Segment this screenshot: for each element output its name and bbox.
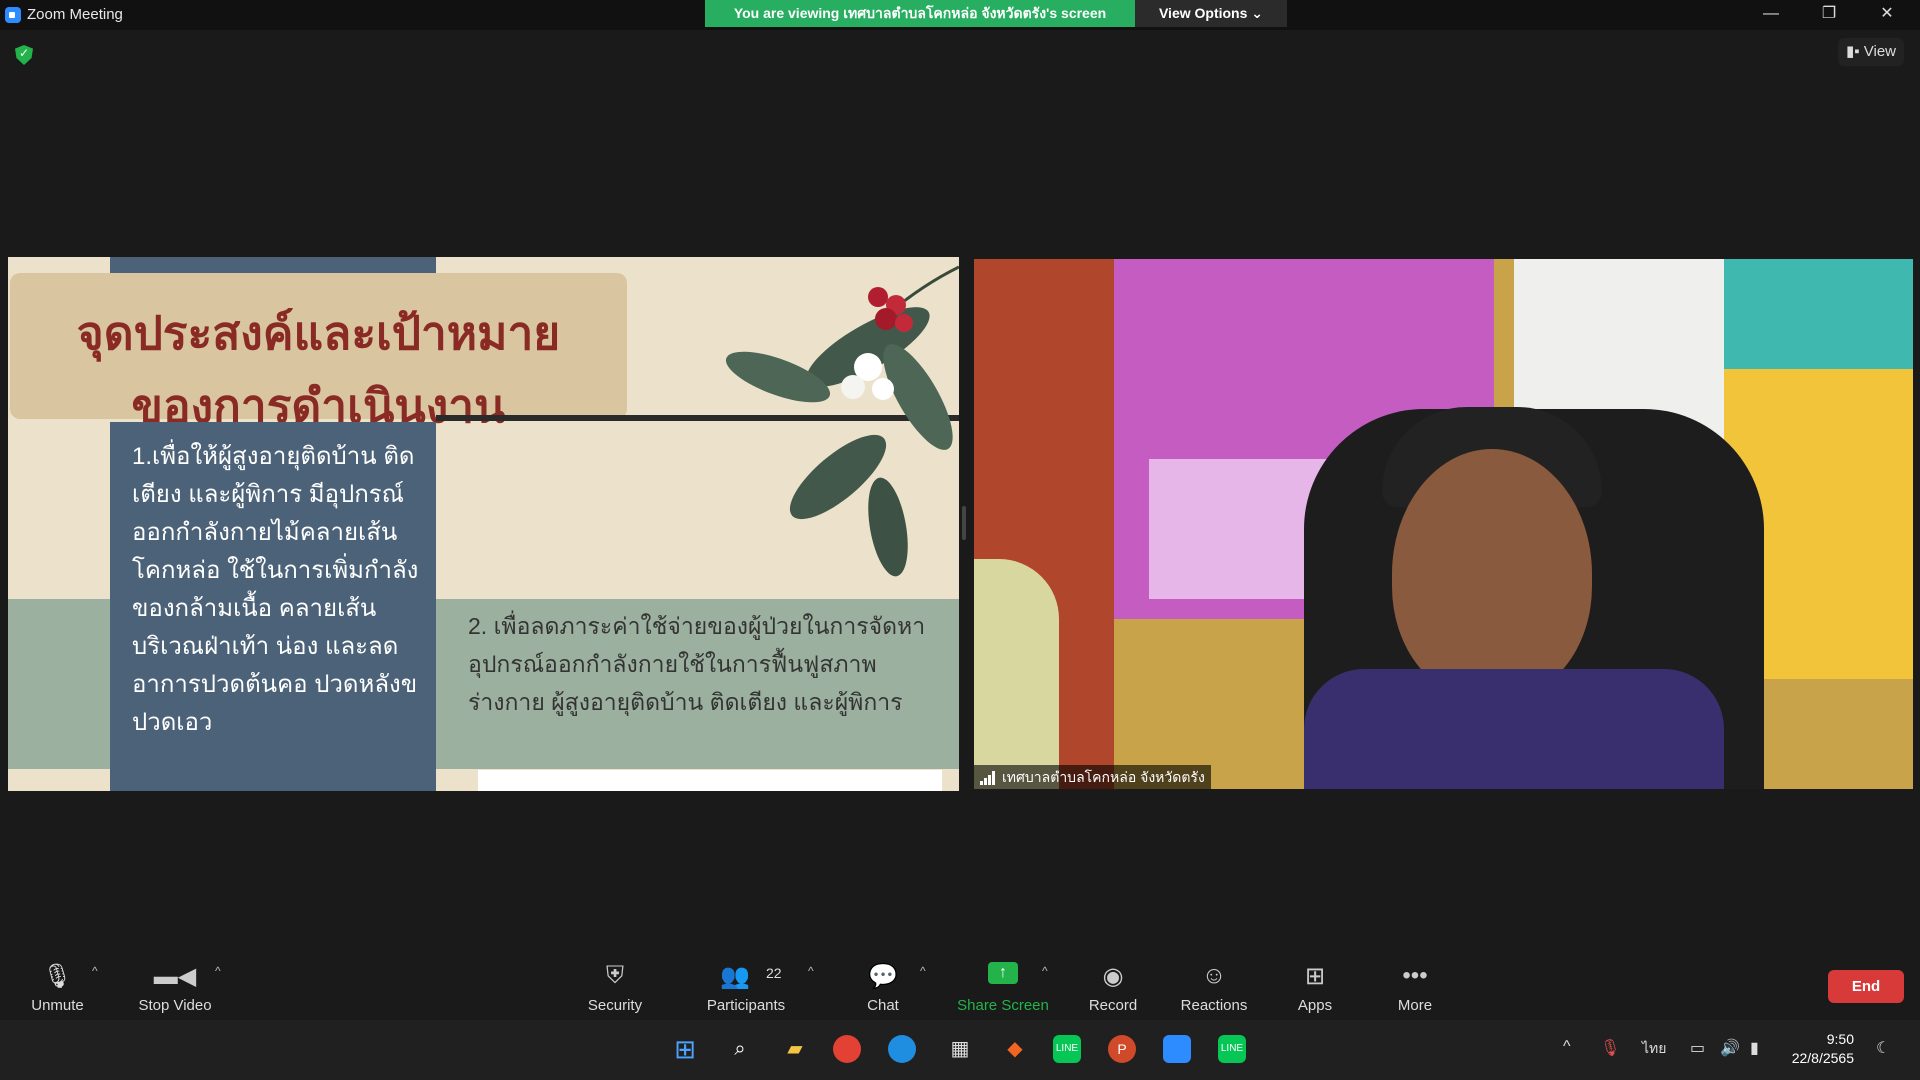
windows-taskbar: ⊞ ⌕ ▰ ▦ ◆ LINE P LINE ^ 🎙 ไทย ▭ 🔊 ▮ 9:50…	[0, 1020, 1920, 1080]
shield-icon: ⛨	[606, 962, 624, 989]
encryption-shield-icon[interactable]	[15, 45, 33, 65]
unmute-label: Unmute	[31, 997, 84, 1014]
participants-options-caret[interactable]: ^	[808, 964, 814, 978]
view-label: View	[1863, 43, 1896, 60]
apps-button[interactable]: ⊞ Apps	[1293, 950, 1337, 1020]
close-button[interactable]: ✕	[1864, 0, 1910, 30]
record-icon: ◉	[1102, 963, 1124, 990]
slide-point1-box: 1.เพื่อให้ผู้สูงอายุติดบ้าน ติดเตียง และ…	[110, 422, 436, 791]
reactions-label: Reactions	[1180, 997, 1248, 1014]
tray-overflow-icon[interactable]: ^	[1563, 1038, 1571, 1056]
chat-button[interactable]: 💬 Chat	[858, 950, 908, 1020]
window-title: Zoom Meeting	[27, 6, 123, 23]
more-button[interactable]: ••• More	[1390, 950, 1440, 1020]
search-icon[interactable]: ⌕	[723, 1032, 757, 1066]
end-meeting-button[interactable]: End	[1828, 970, 1904, 1003]
share-screen-button[interactable]: ↑ Share Screen	[955, 950, 1051, 1020]
minimize-button[interactable]: —	[1748, 0, 1794, 30]
chat-bubble-icon: 💬	[868, 963, 898, 990]
edge-icon[interactable]	[888, 1035, 916, 1063]
brave-icon[interactable]: ◆	[998, 1032, 1032, 1066]
participants-button[interactable]: 👥 22 Participants	[700, 950, 792, 1020]
view-options-button[interactable]: View Options ⌄	[1135, 0, 1287, 27]
security-button[interactable]: ⛨ Security	[575, 950, 655, 1020]
line-icon[interactable]: LINE	[1053, 1035, 1081, 1063]
powerpoint-icon[interactable]: P	[1108, 1035, 1136, 1063]
chat-options-caret[interactable]: ^	[920, 964, 926, 978]
share-screen-label: Share Screen	[957, 997, 1049, 1014]
battery-icon[interactable]: ▮	[1750, 1038, 1759, 1058]
network-icon[interactable]: ▭	[1690, 1038, 1705, 1058]
record-label: Record	[1088, 997, 1138, 1014]
security-label: Security	[587, 997, 643, 1014]
video-arm	[974, 559, 1059, 789]
participant-name-tag: เทศบาลตำบลโคกหล่อ จังหวัดตรัง	[974, 765, 1211, 789]
video-shirt	[1304, 669, 1724, 789]
signal-strength-icon	[980, 771, 996, 785]
language-indicator[interactable]: ไทย	[1642, 1038, 1666, 1060]
more-label: More	[1397, 997, 1433, 1014]
video-camera-icon: ▬◀	[153, 963, 197, 990]
participant-video[interactable]: เทศบาลตำบลโคกหล่อ จังหวัดตรัง	[974, 259, 1913, 789]
record-button[interactable]: ◉ Record	[1083, 950, 1143, 1020]
reactions-button[interactable]: ☺ Reactions	[1175, 950, 1253, 1020]
more-dots-icon: •••	[1402, 962, 1428, 989]
muted-mic-icon: 🎙	[42, 963, 73, 990]
notification-icon[interactable]: ☾	[1876, 1038, 1890, 1058]
view-grid-icon: ▮▪	[1846, 43, 1864, 60]
shared-screen-slide: จุดประสงค์และเป้าหมาย ของการดำเนินงาน 1.…	[8, 257, 959, 791]
apps-grid-icon: ⊞	[1304, 963, 1326, 990]
slide-white-strip	[478, 770, 942, 791]
file-explorer-icon[interactable]: ▰	[778, 1032, 812, 1066]
video-options-caret[interactable]: ^	[215, 964, 221, 978]
clock-date: 22/8/2565	[1791, 1050, 1854, 1066]
store-icon[interactable]: ▦	[943, 1032, 977, 1066]
participants-count: 22	[766, 965, 782, 981]
smiley-icon: ☺	[1201, 962, 1227, 989]
chat-label: Chat	[867, 997, 899, 1014]
chrome-icon[interactable]	[833, 1035, 861, 1063]
participants-label: Participants	[706, 997, 786, 1014]
people-icon: 👥	[720, 963, 750, 990]
panel-resize-handle[interactable]	[962, 506, 966, 540]
zoom-app-icon	[5, 7, 21, 23]
line-second-icon[interactable]: LINE	[1218, 1035, 1246, 1063]
clock-time: 9:50	[1826, 1031, 1854, 1047]
slide-point2-text: 2. เพื่อลดภาระค่าใช้จ่ายของผู้ป่วยในการจ…	[468, 613, 926, 715]
apps-label: Apps	[1297, 997, 1333, 1014]
viewing-screen-banner: You are viewing เทศบาลตำบลโคกหล่อ จังหวั…	[705, 0, 1135, 27]
volume-icon[interactable]: 🔊	[1720, 1038, 1740, 1058]
video-face	[1392, 449, 1592, 699]
slide-title-line1: จุดประสงค์และเป้าหมาย	[76, 306, 561, 360]
share-screen-icon: ↑	[988, 962, 1018, 984]
title-bar: Zoom Meeting You are viewing เทศบาลตำบลโ…	[0, 0, 1920, 30]
video-right-poster-top	[1724, 259, 1913, 369]
participant-name: เทศบาลตำบลโคกหล่อ จังหวัดตรัง	[1002, 769, 1205, 785]
slide-dark-strip	[110, 257, 436, 273]
windows-start-icon[interactable]: ⊞	[668, 1032, 702, 1066]
zoom-taskbar-icon[interactable]	[1163, 1035, 1191, 1063]
view-layout-button[interactable]: ▮▪ View	[1838, 38, 1904, 66]
slide-title-box: จุดประสงค์และเป้าหมาย ของการดำเนินงาน	[10, 273, 627, 433]
slide-point1-text: 1.เพื่อให้ผู้สูงอายุติดบ้าน ติดเตียง และ…	[132, 443, 419, 736]
tray-mic-icon[interactable]: 🎙	[1600, 1038, 1620, 1058]
stop-video-button[interactable]: ▬◀ Stop Video	[130, 950, 220, 1020]
meeting-toolbar: 🎙 Unmute ^ ▬◀ Stop Video ^ ⛨ Security 👥 …	[0, 950, 1920, 1020]
audio-options-caret[interactable]: ^	[92, 964, 98, 978]
unmute-button[interactable]: 🎙 Unmute	[20, 950, 95, 1020]
share-options-caret[interactable]: ^	[1042, 964, 1048, 978]
coffee-branch-illustration	[725, 265, 959, 577]
restore-button[interactable]: ❐	[1806, 0, 1852, 30]
taskbar-clock[interactable]: 9:50 22/8/2565	[1790, 1030, 1854, 1068]
stop-video-label: Stop Video	[138, 997, 212, 1014]
